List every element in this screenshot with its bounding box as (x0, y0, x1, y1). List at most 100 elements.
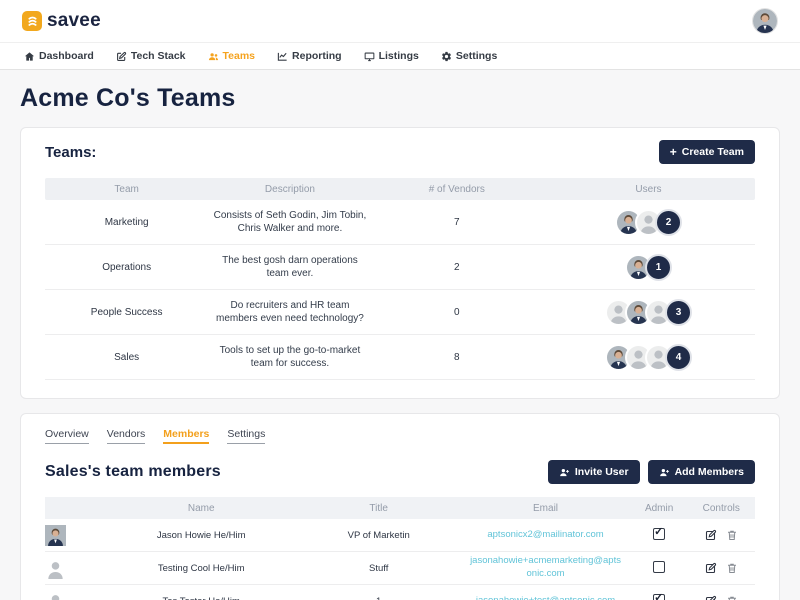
edit-member-icon[interactable] (705, 529, 717, 541)
team-description: The best gosh darn operations team ever. (222, 254, 358, 280)
chart-icon (277, 51, 288, 62)
tab-settings[interactable]: Settings (227, 428, 266, 444)
column-header-controls: Controls (702, 502, 740, 514)
admin-checkbox[interactable] (653, 560, 666, 573)
user-plus-icon (659, 467, 670, 478)
nav-item-teams[interactable]: Teams (208, 50, 256, 62)
member-placeholder-avatar (45, 557, 106, 579)
user-avatar[interactable] (752, 8, 778, 34)
nav-item-reporting[interactable]: Reporting (277, 50, 342, 62)
members-section-title: Sales's team members (45, 463, 221, 480)
more-users-badge[interactable]: 2 (654, 208, 682, 236)
nav-item-listings[interactable]: Listings (364, 50, 419, 62)
desktop-icon (364, 51, 375, 62)
team-name: Marketing (104, 216, 149, 228)
more-users-badge[interactable]: 3 (664, 298, 692, 326)
team-name: Operations (102, 261, 152, 273)
more-users-badge[interactable]: 4 (664, 343, 692, 371)
vendor-count: 8 (454, 351, 460, 363)
wave-icon (22, 11, 42, 31)
more-users-badge[interactable]: 1 (644, 253, 672, 281)
vendor-count: 7 (454, 216, 460, 228)
member-placeholder-avatar (45, 590, 106, 600)
team-description: Do recruiters and HR team members even n… (216, 299, 364, 325)
team-name: People Success (90, 306, 163, 318)
nav-item-dashboard[interactable]: Dashboard (24, 50, 94, 62)
member-title: 1 (297, 596, 460, 600)
plus-icon: + (669, 145, 677, 159)
column-header-users: Users (635, 183, 662, 195)
column-header-description: Description (264, 183, 315, 195)
column-header-vendors: # of Vendors (428, 183, 485, 195)
member-name: Tes Tester He/Him (105, 596, 297, 600)
users-icon (208, 51, 219, 62)
user-avatar-stack: 1 (542, 253, 755, 281)
table-row-marketing[interactable]: Marketing Consists of Seth Godin, Jim To… (45, 200, 755, 245)
user-avatar-stack: 4 (542, 343, 755, 371)
member-name: Testing Cool He/Him (157, 562, 245, 574)
user-avatar-stack: 2 (542, 208, 755, 236)
delete-member-icon[interactable] (726, 562, 738, 574)
member-title: VP of Marketin (347, 529, 410, 541)
user-avatar-stack: 3 (542, 298, 755, 326)
member-email-link[interactable]: jasonahowie+test@aptsonic.com (476, 595, 615, 600)
member-row-jason-howie: Jason Howie He/Him VP of Marketin aptson… (45, 519, 755, 552)
page-content: Acme Co's Teams Teams: + Create Team Tea… (0, 70, 800, 600)
team-description: Tools to set up the go-to-market team fo… (219, 344, 361, 370)
delete-member-icon[interactable] (726, 595, 738, 600)
tab-vendors[interactable]: Vendors (106, 428, 146, 444)
top-header: savee (0, 0, 800, 42)
add-members-button[interactable]: Add Members (647, 460, 755, 484)
user-plus-icon (559, 467, 570, 478)
column-header-team: Team (114, 183, 139, 195)
tab-members[interactable]: Members (163, 428, 210, 444)
column-header-admin: Admin (644, 502, 674, 514)
team-name: Sales (114, 351, 140, 363)
create-team-label: Create Team (681, 146, 744, 158)
table-row-people-success[interactable]: People Success Do recruiters and HR team… (45, 290, 755, 335)
teams-card-title: Teams: (45, 143, 97, 161)
member-email-link[interactable]: aptsonicx2@mailinator.com (487, 529, 603, 542)
page-title: Acme Co's Teams (20, 84, 236, 112)
teams-table-header: Team Description # of Vendors Users (45, 178, 755, 200)
admin-checkbox[interactable] (653, 525, 666, 540)
nav-label: Dashboard (39, 50, 94, 62)
brand-logo[interactable]: savee (22, 10, 101, 32)
nav-label: Teams (222, 50, 256, 62)
team-detail-tabs: Overview Vendors Members Settings (45, 428, 755, 444)
tab-overview[interactable]: Overview (45, 428, 89, 444)
member-title: Stuff (368, 562, 389, 574)
nav-label: Listings (378, 50, 419, 62)
table-row-operations[interactable]: Operations The best gosh darn operations… (45, 245, 755, 290)
edit-member-icon[interactable] (705, 595, 717, 600)
nav-label: Settings (455, 50, 498, 62)
brand-name: savee (47, 10, 101, 31)
nav-label: Reporting (292, 50, 342, 62)
home-icon (24, 51, 35, 62)
members-table-header: Name Title Email Admin Controls (45, 497, 755, 519)
vendor-count: 2 (454, 261, 460, 273)
nav-item-tech-stack[interactable]: Tech Stack (116, 50, 186, 62)
delete-member-icon[interactable] (726, 529, 738, 541)
table-row-sales[interactable]: Sales Tools to set up the go-to-market t… (45, 335, 755, 380)
member-row-testing-cool: Testing Cool He/Him Stuff jasonahowie+ac… (45, 552, 755, 585)
gear-icon (441, 51, 452, 62)
vendor-count: 0 (454, 306, 460, 318)
invite-user-button[interactable]: Invite User (547, 460, 640, 484)
member-name: Jason Howie He/Him (156, 529, 246, 541)
column-header-title: Title (369, 502, 388, 514)
member-photo-avatar (45, 524, 106, 546)
nav-item-settings[interactable]: Settings (441, 50, 497, 62)
team-detail-card: Overview Vendors Members Settings Sales'… (20, 413, 780, 600)
edit-icon (116, 51, 127, 62)
edit-member-icon[interactable] (705, 562, 717, 574)
admin-checkbox[interactable] (653, 591, 666, 600)
nav-label: Tech Stack (130, 50, 186, 62)
column-header-email: Email (533, 502, 559, 514)
team-description: Consists of Seth Godin, Jim Tobin, Chris… (213, 209, 367, 235)
create-team-button[interactable]: + Create Team (658, 140, 755, 164)
member-email-link[interactable]: jasonahowie+acmemarketing@aptsonic.com (468, 555, 623, 581)
column-header-name: Name (187, 502, 215, 514)
member-row-tes-tester: Tes Tester He/Him 1 jasonahowie+test@apt… (45, 585, 755, 600)
user-photo-icon (753, 9, 777, 33)
